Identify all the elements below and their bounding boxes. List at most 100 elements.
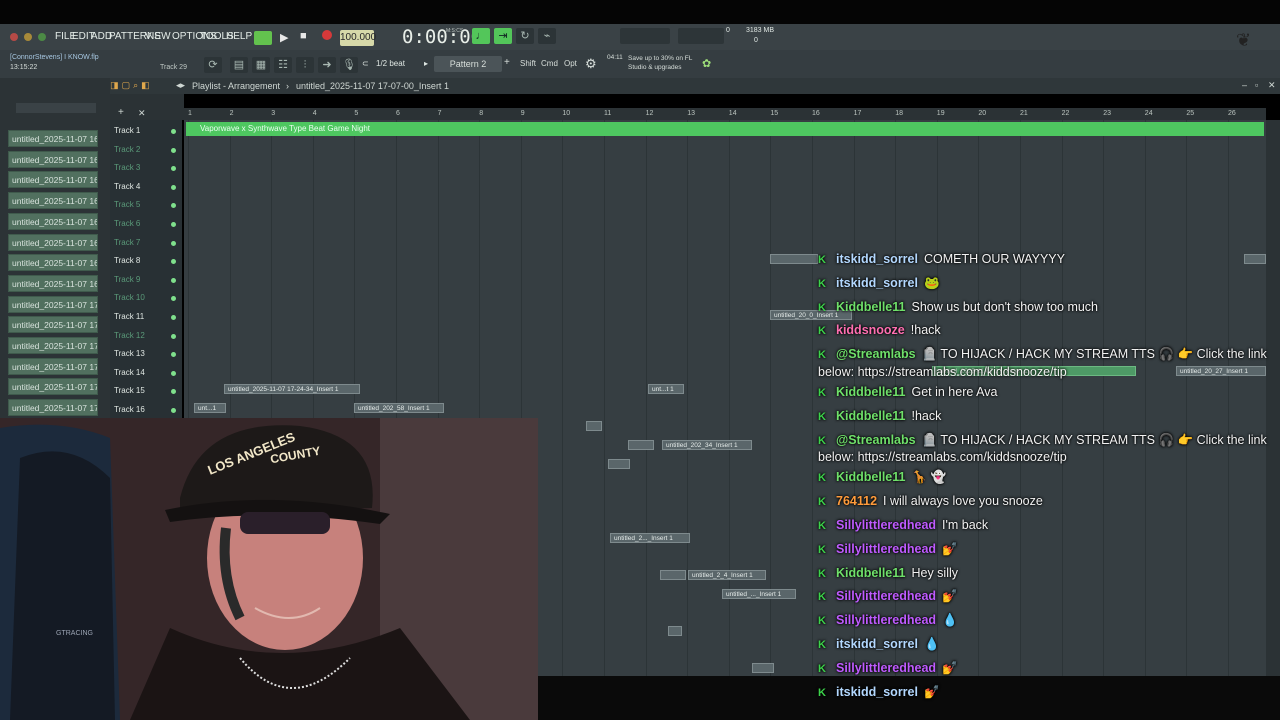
close-playlist-icon[interactable]: ✕ [1268, 80, 1276, 91]
opt-key-button[interactable]: Opt [564, 59, 577, 68]
time-display[interactable]: 0:00:00 [402, 26, 482, 48]
magnet-icon[interactable]: ⊂ [362, 59, 369, 68]
piano-roll-icon[interactable]: ▦ [252, 57, 270, 73]
arrow-right-icon[interactable]: ➜ [318, 57, 336, 73]
browser-item[interactable]: untitled_2025-11-07 16-... [8, 233, 98, 251]
audio-clip-small[interactable] [608, 459, 630, 469]
play-pattern-icon[interactable]: ▸ [424, 59, 428, 68]
menu-item-help[interactable]: HELP [226, 31, 252, 42]
track-header-12[interactable]: Track 12 [114, 331, 145, 340]
audio-clip[interactable]: untitled_20_27_Insert 1 [1176, 366, 1266, 376]
microphone-icon[interactable]: 🎙 [340, 57, 358, 73]
minimize-window-icon[interactable] [24, 33, 32, 41]
chat-username[interactable]: itskidd_sorrel [836, 685, 918, 699]
minimize-playlist-icon[interactable]: – [1242, 80, 1247, 90]
audio-clip-small[interactable] [752, 663, 774, 673]
song-audio-clip[interactable]: Vaporwave x Synthwave Type Beat Game Nig… [186, 122, 1264, 136]
shift-key-button[interactable]: Shift [520, 59, 536, 68]
vertical-scrollbar[interactable] [1266, 120, 1280, 676]
browser-item[interactable]: untitled_2025-11-07 16-... [8, 274, 98, 292]
countdown-button[interactable]: ↻ [516, 28, 534, 44]
chat-username[interactable]: itskidd_sorrel [836, 637, 918, 651]
playlist-icon[interactable]: ▤ [230, 57, 248, 73]
channel-rack-icon[interactable]: ☷ [274, 57, 292, 73]
chat-username[interactable]: Sillylittleredhead [836, 542, 936, 556]
audio-clip[interactable]: untitled_2025-11-07 17-24-34_Insert 1 [224, 384, 360, 394]
track-mute-led[interactable] [171, 240, 176, 246]
browser-item[interactable]: untitled_2025-11-07 17-... [8, 378, 98, 396]
chat-username[interactable]: @Streamlabs [836, 347, 916, 361]
chat-username[interactable]: Kiddbelle11 [836, 300, 905, 314]
chat-username[interactable]: kiddsnooze [836, 323, 905, 337]
track-mute-led[interactable] [171, 147, 176, 153]
maximize-window-icon[interactable] [38, 33, 46, 41]
chat-username[interactable]: Sillylittleredhead [836, 613, 936, 627]
browser-item[interactable]: untitled_2025-11-07 17-... [8, 295, 98, 313]
pattern-select[interactable]: Pattern 2 [434, 56, 502, 72]
chat-username[interactable]: Sillylittleredhead [836, 661, 936, 675]
audio-clip[interactable]: untitled_..._Insert 1 [722, 589, 796, 599]
audio-clip-small[interactable] [660, 570, 686, 580]
browser-item[interactable]: untitled_2025-11-07 16-... [8, 192, 98, 210]
chat-username[interactable]: Kiddbelle11 [836, 385, 905, 399]
update-icon[interactable]: ✿ [702, 57, 711, 70]
track-header-3[interactable]: Track 3 [114, 163, 140, 172]
track-mute-led[interactable] [171, 184, 176, 190]
track-header-7[interactable]: Track 7 [114, 238, 140, 247]
audio-clip-small[interactable] [628, 440, 654, 450]
track-mute-led[interactable] [171, 129, 176, 134]
add-track-icon[interactable]: + [118, 107, 124, 118]
track-header-8[interactable]: Track 8 [114, 256, 140, 265]
chat-username[interactable]: Kiddbelle11 [836, 566, 905, 580]
playlist-menu-icon[interactable]: ◂▸ [176, 80, 185, 91]
track-header-16[interactable]: Track 16 [114, 405, 145, 414]
audio-clip[interactable]: untitled_202_34_Insert 1 [662, 440, 752, 450]
pattern-song-toggle[interactable] [254, 31, 272, 45]
audio-clip-small[interactable] [770, 254, 818, 264]
track-header-2[interactable]: Track 2 [114, 145, 140, 154]
news-ticker[interactable]: Save up to 30% on FL Studio & upgrades [628, 54, 700, 72]
track-mute-led[interactable] [171, 333, 176, 339]
tempo-display[interactable]: 100.000 [340, 30, 376, 46]
track-header-5[interactable]: Track 5 [114, 200, 140, 209]
browser-item[interactable]: untitled_2025-11-07 16 ... [8, 212, 98, 230]
audio-clip[interactable]: untitled_202_58_Insert 1 [354, 403, 444, 413]
chat-username[interactable]: Kiddbelle11 [836, 470, 905, 484]
record-button[interactable] [322, 30, 332, 40]
track-header-13[interactable]: Track 13 [114, 349, 145, 358]
audio-clip[interactable]: untitled_2_4_Insert 1 [688, 570, 766, 580]
browser-item[interactable]: untitled_2025-11-07 17-... [8, 399, 98, 417]
chat-username[interactable]: itskidd_sorrel [836, 252, 918, 266]
beat-snap-select[interactable]: 1/2 beat [376, 59, 405, 68]
audio-clip-small[interactable] [668, 626, 682, 636]
audio-clip[interactable]: untitled_2..._Insert 1 [610, 533, 690, 543]
add-pattern-icon[interactable]: + [504, 57, 510, 68]
close-x-icon[interactable]: ✕ [138, 108, 146, 119]
mixer-icon[interactable]: ⫶ [296, 57, 314, 73]
browser-item[interactable]: untitled_2025-11-07 17-... [8, 357, 98, 375]
track-header-6[interactable]: Track 6 [114, 219, 140, 228]
browser-item[interactable]: untitled_2025-11-07 16-... [8, 171, 98, 189]
audio-clip-small[interactable] [1244, 254, 1266, 264]
track-mute-led[interactable] [171, 222, 176, 227]
track-mute-led[interactable] [171, 277, 176, 283]
audio-clip[interactable]: unt...1 [194, 403, 226, 413]
maximize-playlist-icon[interactable]: ▫ [1255, 80, 1258, 90]
track-header-4[interactable]: Track 4 [114, 182, 140, 191]
track-mute-led[interactable] [171, 315, 176, 320]
browser-item[interactable]: untitled_2025-11-07 17-... [8, 316, 98, 334]
track-header-15[interactable]: Track 15 [114, 386, 145, 395]
track-header-14[interactable]: Track 14 [114, 368, 145, 377]
chat-username[interactable]: 764112 [836, 494, 877, 508]
chat-username[interactable]: @Streamlabs [836, 433, 916, 447]
play-button[interactable]: ▶ [280, 31, 288, 44]
news-gear-icon[interactable]: ⚙ [585, 56, 597, 72]
browser-item[interactable]: untitled_2025-11-07 16 ... [8, 254, 98, 272]
snap-icon[interactable]: ⟳ [204, 57, 222, 73]
track-mute-led[interactable] [171, 370, 176, 376]
track-mute-led[interactable] [171, 408, 176, 413]
audio-clip-small[interactable] [586, 421, 602, 431]
cmd-key-button[interactable]: Cmd [541, 59, 558, 68]
chat-username[interactable]: Kiddbelle11 [836, 409, 905, 423]
wait-input-button[interactable]: ⇥ [494, 28, 512, 44]
